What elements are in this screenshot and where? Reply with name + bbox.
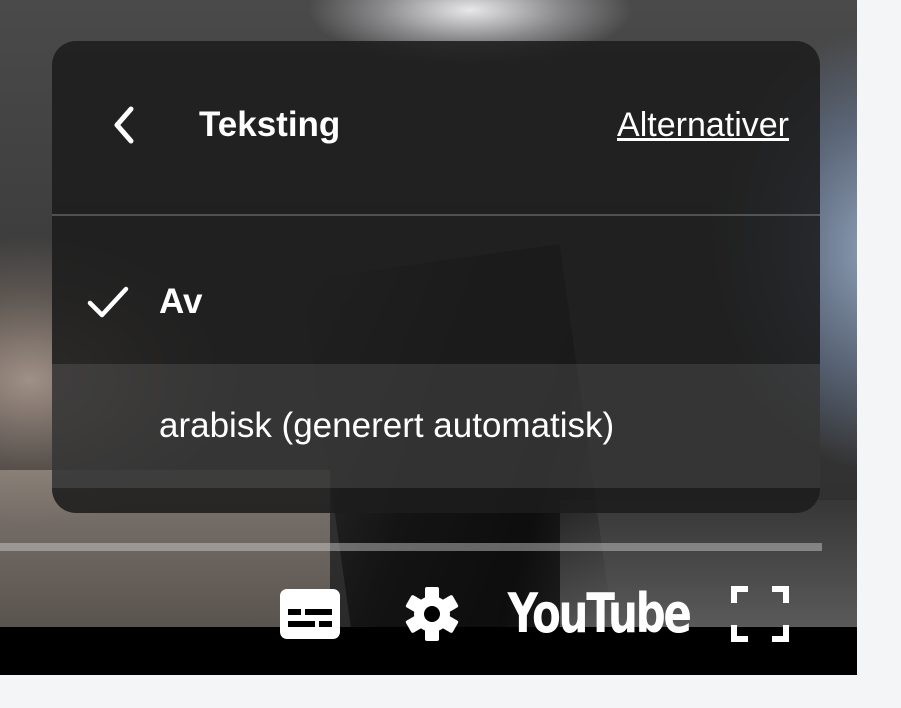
subtitles-button[interactable] — [274, 582, 346, 646]
menu-item-label: Av — [159, 282, 203, 321]
fullscreen-icon — [731, 586, 789, 642]
progress-bar[interactable] — [0, 543, 822, 551]
subtitles-menu: Teksting Alternativer Av arabisk (genere… — [52, 41, 820, 513]
chevron-left-icon — [114, 106, 134, 144]
options-link[interactable]: Alternativer — [617, 105, 789, 145]
settings-button[interactable] — [399, 582, 465, 646]
fullscreen-button[interactable] — [727, 582, 793, 646]
menu-item-label: arabisk (generert automatisk) — [159, 406, 615, 445]
menu-item-arabic-auto[interactable]: arabisk (generert automatisk) — [52, 364, 820, 488]
check-icon — [87, 286, 129, 318]
youtube-logo-button[interactable]: YouTube — [508, 582, 692, 646]
menu-item-off[interactable]: Av — [52, 240, 820, 364]
gear-icon — [405, 587, 459, 641]
subtitles-icon — [280, 589, 340, 639]
menu-title: Teksting — [199, 105, 341, 144]
back-button[interactable] — [100, 101, 148, 149]
video-player[interactable]: Teksting Alternativer Av arabisk (genere… — [0, 0, 857, 675]
youtube-logo: YouTube — [508, 582, 692, 645]
menu-header: Teksting Alternativer — [52, 41, 820, 216]
